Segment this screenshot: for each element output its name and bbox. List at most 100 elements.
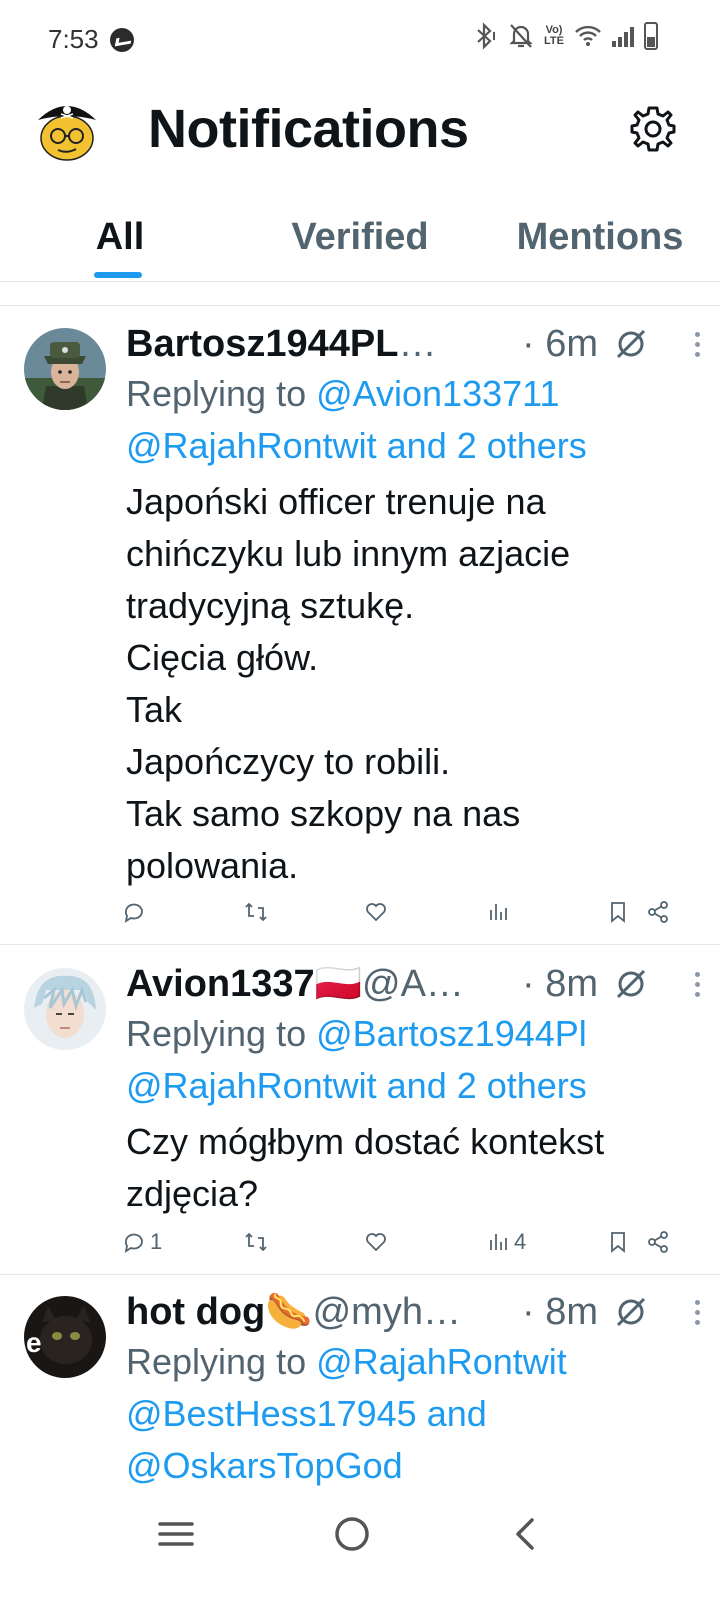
- reply-button[interactable]: [122, 900, 150, 924]
- share-button[interactable]: [646, 1230, 670, 1254]
- bookmark-button[interactable]: [606, 1230, 630, 1254]
- back-icon[interactable]: [496, 1504, 556, 1564]
- mention-link[interactable]: @RajahRontwit and 2 others: [126, 425, 587, 466]
- replying-to-line3: @OskarsTopGod: [126, 1440, 700, 1492]
- repost-icon: [245, 1232, 267, 1252]
- mention-link[interactable]: @RajahRontwit: [316, 1341, 567, 1382]
- views-count: 4: [514, 1229, 527, 1254]
- recent-apps-icon[interactable]: [146, 1504, 206, 1564]
- repost-icon: [245, 902, 267, 922]
- views-icon: [490, 904, 507, 920]
- bookmark-icon: [611, 1232, 625, 1253]
- messenger-icon: [110, 28, 134, 52]
- replying-prefix: Replying to: [126, 373, 317, 414]
- grok-icon[interactable]: [614, 327, 648, 361]
- header: Notifications: [0, 80, 720, 190]
- reply-count: 1: [150, 1229, 163, 1254]
- status-icons: Vo) LTE: [472, 22, 658, 50]
- views-button[interactable]: 4: [486, 1229, 526, 1255]
- svg-text:e: e: [26, 1327, 42, 1358]
- status-time: 7:53: [48, 24, 99, 54]
- views-icon: [490, 1234, 507, 1250]
- share-button[interactable]: [646, 900, 670, 924]
- post-header: Avion1337🇵🇱 @A… · 8m: [126, 960, 700, 1008]
- display-name[interactable]: Bartosz1944PL: [126, 323, 398, 366]
- post-text: Japoński officer trenuje na chińczyku lu…: [126, 481, 571, 886]
- replying-prefix: Replying to: [126, 1341, 317, 1382]
- repost-button[interactable]: [244, 1230, 268, 1254]
- system-nav-bar: [0, 1490, 720, 1608]
- divider: [0, 944, 720, 945]
- post-actions: [122, 894, 682, 930]
- home-icon[interactable]: [322, 1504, 382, 1564]
- tab-verified-label: Verified: [291, 216, 429, 258]
- avatar[interactable]: e: [24, 1296, 106, 1378]
- reply-button[interactable]: 1: [122, 1229, 162, 1255]
- page-title: Notifications: [148, 99, 469, 159]
- handle[interactable]: …: [398, 323, 436, 366]
- gear-icon[interactable]: [628, 104, 678, 154]
- grok-icon[interactable]: [614, 1295, 648, 1329]
- bluetooth-icon: [477, 22, 496, 50]
- share-icon: [648, 1231, 668, 1253]
- heart-icon: [366, 1233, 386, 1252]
- mention-link[interactable]: @Avion133711: [316, 373, 559, 414]
- post-actions: 1 4: [122, 1224, 682, 1260]
- more-options-icon[interactable]: [694, 1299, 700, 1325]
- reply-icon: [124, 903, 143, 923]
- replying-to-line2: @BestHess17945 and: [126, 1388, 700, 1440]
- mute-icon: [509, 24, 533, 48]
- tab-all-label: All: [95, 216, 145, 258]
- timestamp[interactable]: · 8m: [522, 963, 598, 1006]
- replying-to: Replying to @Avion133711: [126, 368, 700, 420]
- mention-link[interactable]: @RajahRontwit and 2 others: [126, 1065, 587, 1106]
- views-button[interactable]: [486, 900, 514, 924]
- handle[interactable]: @myh…: [313, 1291, 461, 1334]
- post-header: hot dog🌭 @myh… · 8m: [126, 1288, 700, 1336]
- share-icon: [648, 901, 668, 923]
- heart-icon: [366, 903, 386, 922]
- mention-link[interactable]: @OskarsTopGod: [126, 1445, 403, 1486]
- tab-mentions-label: Mentions: [516, 216, 684, 258]
- bookmark-button[interactable]: [606, 900, 630, 924]
- post-text: Czy mógłbym dostać kontekst zdjęcia?: [126, 1121, 605, 1214]
- divider: [0, 281, 720, 282]
- more-options-icon[interactable]: [694, 331, 700, 357]
- handle[interactable]: @A…: [362, 963, 464, 1006]
- status-bar: 7:53 Vo) LTE: [0, 0, 720, 80]
- replying-prefix: Replying to: [126, 1013, 317, 1054]
- mention-link[interactable]: @Bartosz1944Pl: [316, 1013, 587, 1054]
- battery-icon: [644, 22, 658, 50]
- divider: [0, 1274, 720, 1275]
- more-options-icon[interactable]: [694, 971, 700, 997]
- mention-link[interactable]: @BestHess17945 and: [126, 1393, 487, 1434]
- tab-verified[interactable]: Verified: [240, 200, 480, 282]
- volte-icon: Vo) LTE: [544, 25, 564, 47]
- divider: [0, 305, 720, 306]
- like-button[interactable]: [364, 900, 388, 924]
- timestamp[interactable]: · 8m: [522, 1291, 598, 1334]
- avatar[interactable]: [24, 968, 106, 1050]
- reply-icon: [124, 1233, 143, 1253]
- replying-to: Replying to @RajahRontwit: [126, 1336, 700, 1388]
- timestamp[interactable]: · 6m: [522, 323, 598, 366]
- bookmark-icon: [611, 902, 625, 923]
- tab-bar: All Verified Mentions: [0, 200, 720, 282]
- replying-to: Replying to @Bartosz1944Pl: [126, 1008, 700, 1060]
- wifi-icon: [575, 25, 601, 46]
- tab-mentions[interactable]: Mentions: [480, 200, 720, 282]
- repost-button[interactable]: [244, 900, 268, 924]
- active-tab-indicator: [94, 272, 142, 278]
- grok-icon[interactable]: [614, 967, 648, 1001]
- display-name[interactable]: hot dog🌭: [126, 1290, 313, 1334]
- avatar[interactable]: [24, 328, 106, 410]
- tab-all[interactable]: All: [0, 200, 240, 282]
- replying-to-line2: @RajahRontwit and 2 others: [126, 1060, 700, 1112]
- post-header: Bartosz1944PL … · 6m: [126, 320, 700, 368]
- display-name[interactable]: Avion1337🇵🇱: [126, 962, 362, 1006]
- like-button[interactable]: [364, 1230, 388, 1254]
- profile-avatar[interactable]: [34, 96, 100, 162]
- signal-icon: [612, 25, 634, 47]
- volte-label-bottom: LTE: [544, 35, 564, 47]
- replying-to-line2: @RajahRontwit and 2 others: [126, 420, 700, 472]
